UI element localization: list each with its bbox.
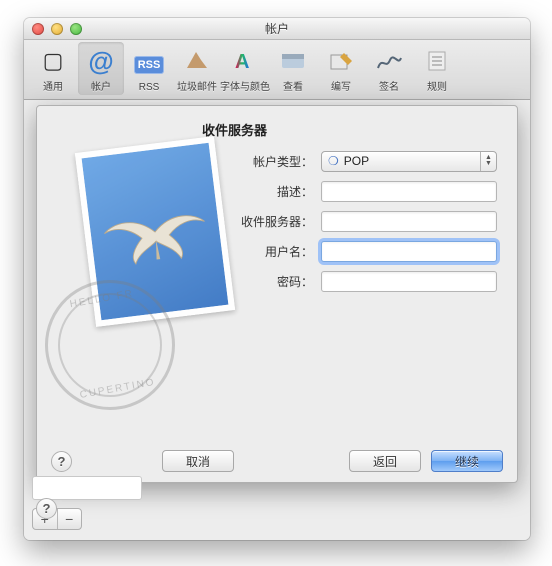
- toolbar-general[interactable]: ▢ 通用: [30, 42, 76, 95]
- sheet-title: 收件服务器: [202, 120, 267, 139]
- toolbar-fonts[interactable]: A 字体与颜色: [222, 42, 268, 95]
- label-description: 描述：: [237, 183, 321, 200]
- password-field[interactable]: [321, 271, 497, 292]
- zoom-window-button[interactable]: [70, 23, 82, 35]
- back-button[interactable]: 返回: [349, 450, 421, 472]
- svg-text:A: A: [235, 51, 249, 73]
- username-field[interactable]: [321, 241, 497, 262]
- titlebar: 帐户: [24, 18, 530, 40]
- slider-icon: ▢: [38, 46, 68, 76]
- label-username: 用户名：: [237, 243, 321, 260]
- toolbar-viewing[interactable]: 查看: [270, 42, 316, 95]
- fonts-icon: A: [230, 46, 260, 76]
- label-account-type: 帐户类型：: [237, 153, 321, 170]
- toolbar-accounts[interactable]: @ 帐户: [78, 42, 124, 95]
- rules-icon: [422, 46, 452, 76]
- toolbar-compose[interactable]: 编写: [318, 42, 364, 95]
- toolbar-junk[interactable]: 垃圾邮件: [174, 42, 220, 95]
- globe-icon: ❍: [328, 154, 339, 168]
- close-window-button[interactable]: [32, 23, 44, 35]
- sheet-button-row: ? 取消 返回 继续: [37, 450, 517, 472]
- description-field[interactable]: [321, 181, 497, 202]
- toolbar-rss[interactable]: RSS RSS: [126, 46, 172, 95]
- junk-icon: [182, 46, 212, 76]
- toolbar-rules[interactable]: 规则: [414, 42, 460, 95]
- account-form: 帐户类型： ❍ POP ▲▼ 描述：: [237, 146, 497, 296]
- postmark-icon: HELLO FR CUPERTINO: [35, 270, 186, 421]
- window-title: 帐户: [24, 20, 530, 37]
- account-type-select[interactable]: ❍ POP ▲▼: [321, 151, 497, 172]
- help-button[interactable]: ?: [51, 451, 72, 472]
- account-setup-sheet: 收件服务器 HELLO FR CUPERTINO: [36, 105, 518, 483]
- label-incoming-server: 收件服务器：: [237, 213, 321, 230]
- preferences-toolbar: ▢ 通用 @ 帐户 RSS RSS 垃圾邮件 A 字体与颜色: [24, 40, 530, 100]
- rss-icon: RSS: [134, 50, 164, 80]
- eagle-icon: [96, 185, 215, 278]
- stamp-icon: [75, 136, 235, 327]
- traffic-lights: [32, 23, 82, 35]
- toolbar-signatures[interactable]: 签名: [366, 42, 412, 95]
- signature-icon: [374, 46, 404, 76]
- outer-body: 收件服务器 HELLO FR CUPERTINO: [24, 100, 530, 540]
- at-icon: @: [86, 46, 116, 76]
- compose-icon: [326, 46, 356, 76]
- chevron-updown-icon: ▲▼: [480, 152, 496, 171]
- preferences-window: 帐户 ▢ 通用 @ 帐户 RSS RSS 垃圾邮件 A 字体与颜色: [24, 18, 530, 540]
- label-password: 密码：: [237, 273, 321, 290]
- account-list-field[interactable]: [32, 476, 142, 500]
- account-type-value: POP: [344, 154, 480, 168]
- stamp-graphic: HELLO FR CUPERTINO: [45, 140, 245, 400]
- remove-account-button[interactable]: −: [58, 509, 82, 529]
- outer-help-button[interactable]: ?: [36, 498, 57, 519]
- viewing-icon: [278, 46, 308, 76]
- minimize-window-button[interactable]: [51, 23, 63, 35]
- incoming-server-field[interactable]: [321, 211, 497, 232]
- cancel-button[interactable]: 取消: [162, 450, 234, 472]
- continue-button[interactable]: 继续: [431, 450, 503, 472]
